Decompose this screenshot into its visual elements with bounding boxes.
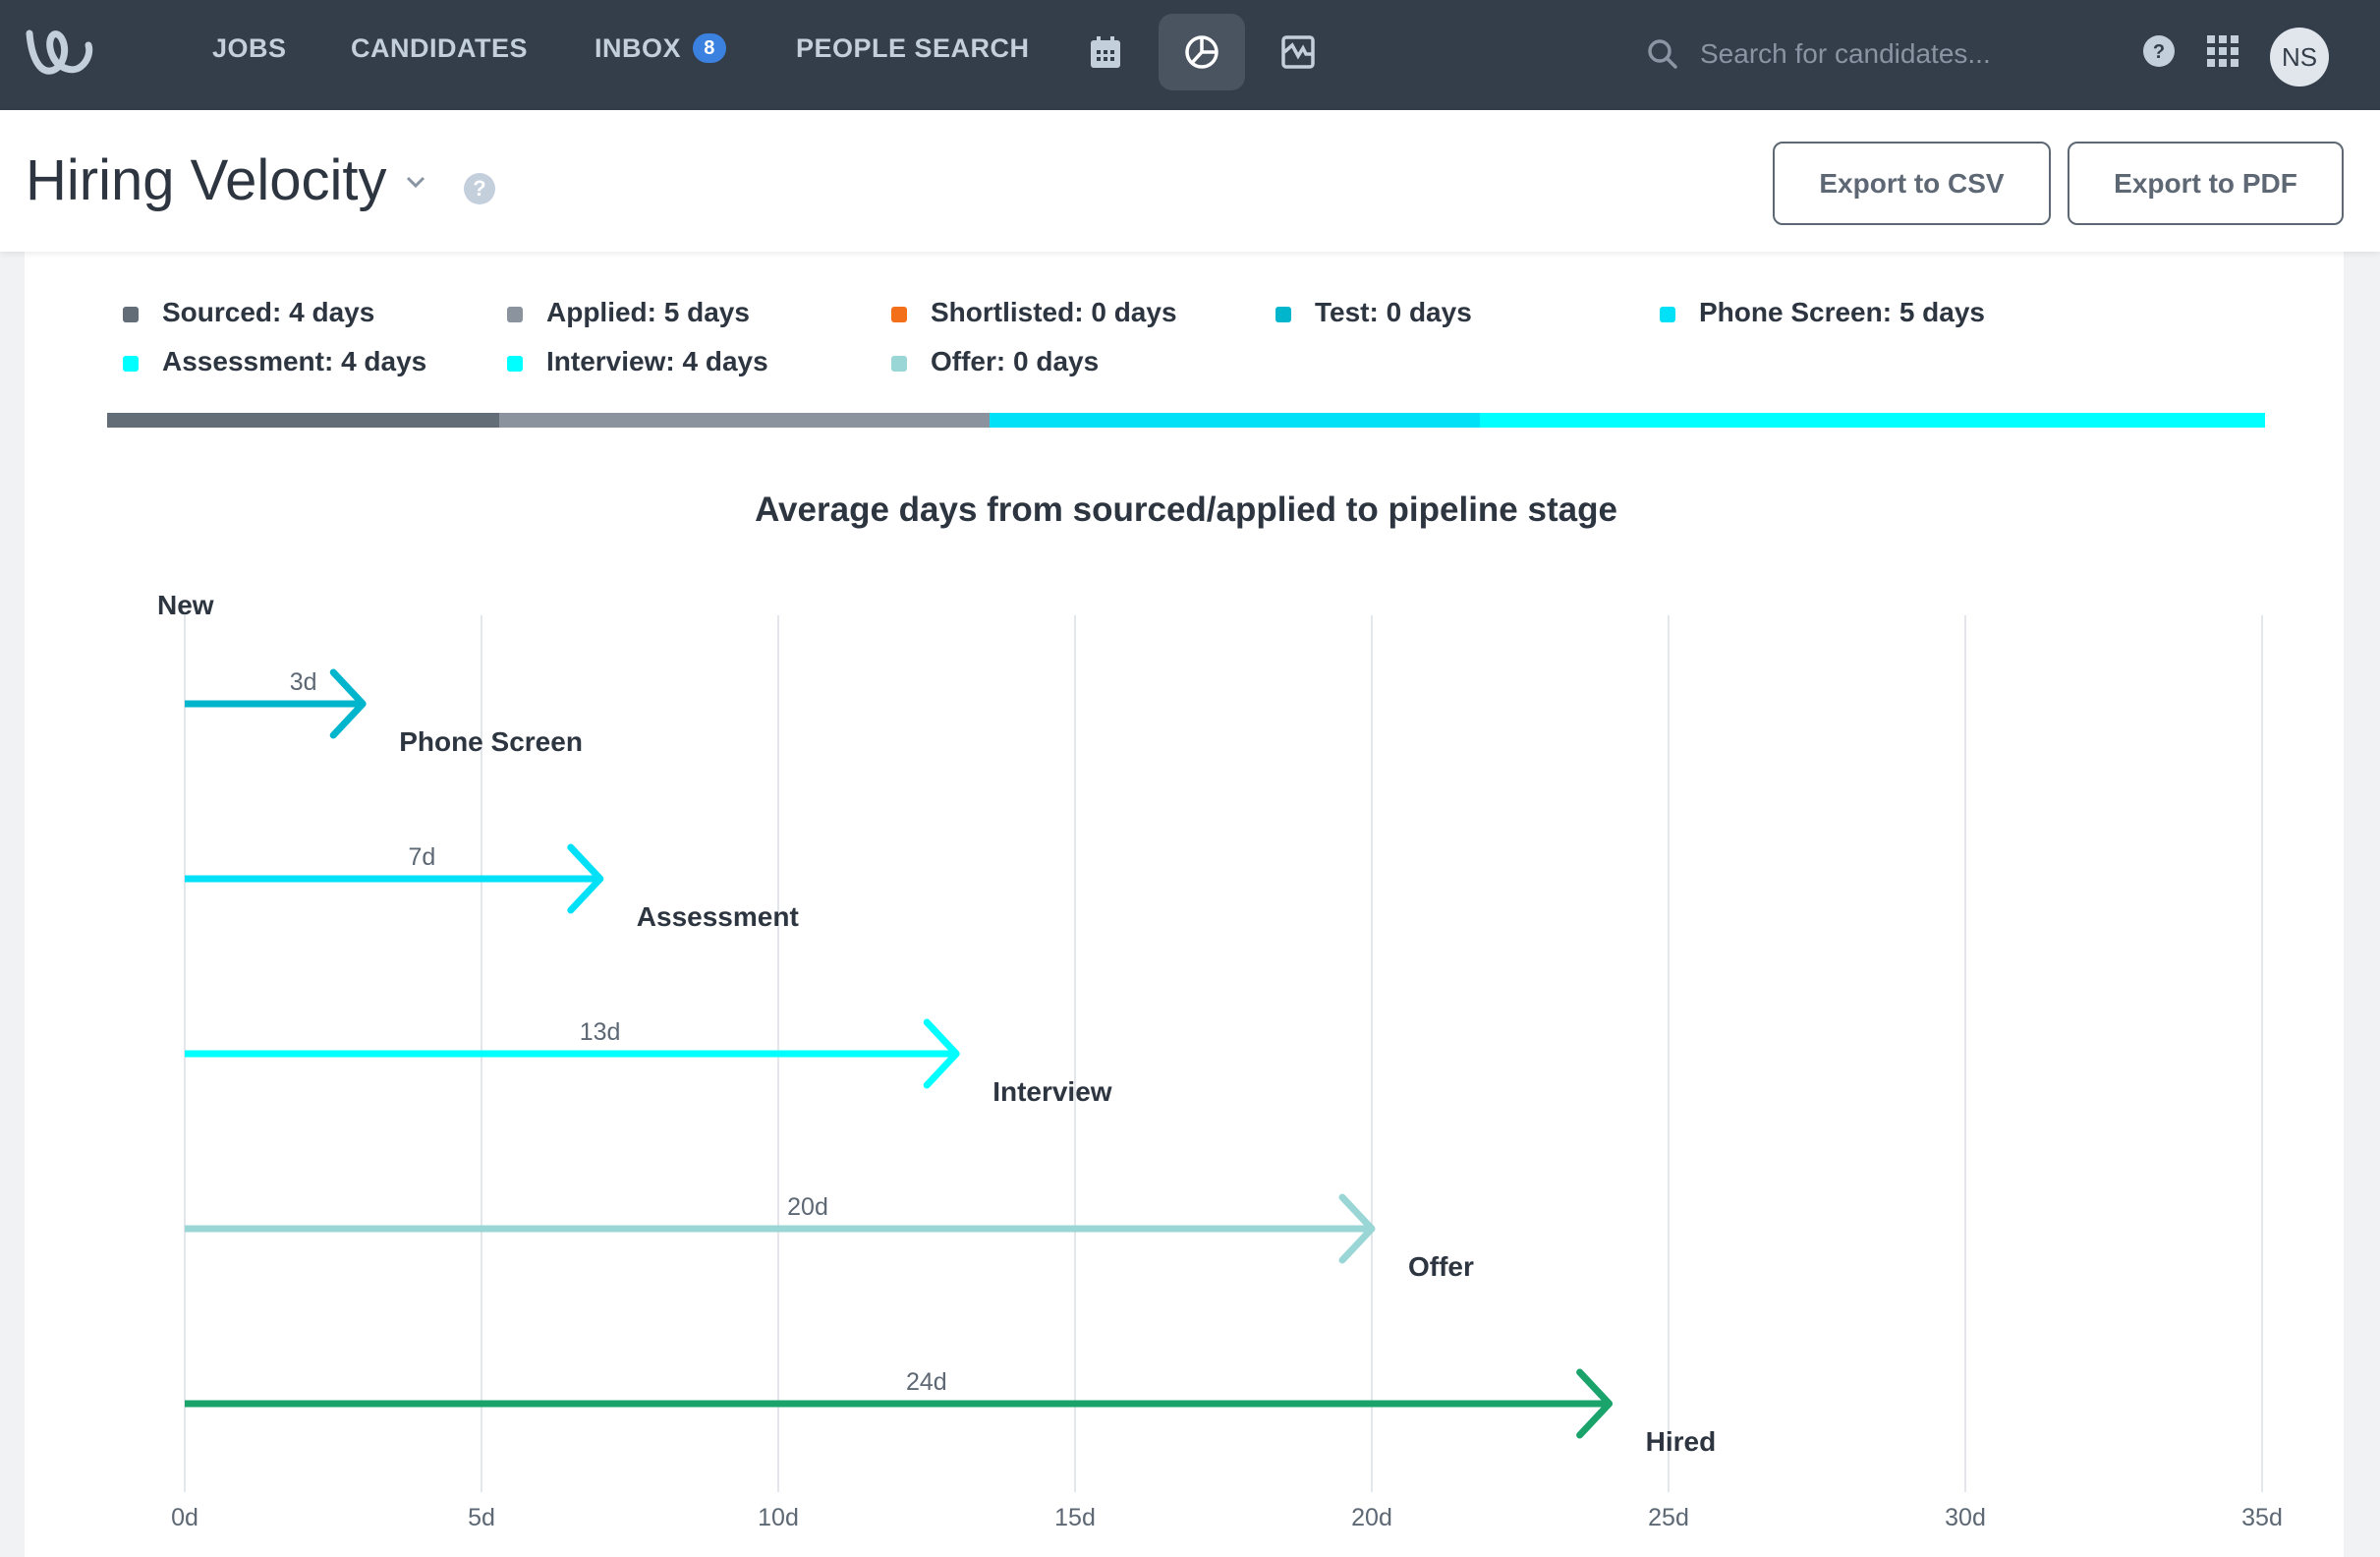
value-label: 24d [906,1368,947,1396]
x-tick-label: 35d [2241,1504,2283,1531]
nav-people-search-label: PEOPLE SEARCH [796,33,1030,63]
x-tick-label: 25d [1648,1504,1689,1531]
report-card: Sourced: 4 days Applied: 5 days Shortlis… [25,252,2344,1557]
export-pdf-button[interactable]: Export to PDF [2068,142,2344,225]
x-tick-label: 30d [1945,1504,1986,1531]
chevron-down-icon[interactable] [405,175,426,189]
value-label: 13d [580,1018,621,1046]
arrow-hired[interactable]: 24d Hired [185,1368,1716,1457]
chart-title: Average days from sourced/applied to pip… [755,490,1617,529]
inbox-count-badge: 8 [693,33,727,63]
nav-inbox[interactable]: INBOX 8 [595,33,727,64]
stage-label: Assessment [637,901,799,932]
stage-label: Hired [1646,1426,1717,1457]
svg-text:?: ? [2153,41,2165,63]
arrow-assessment[interactable]: 7d Assessment [185,843,799,932]
nav-jobs-label: JOBS [212,33,287,63]
x-tick-label: 10d [758,1504,799,1531]
report-help-icon[interactable]: ? [464,173,495,204]
stage-label: Offer [1408,1251,1474,1282]
value-label: 3d [290,668,317,696]
arrow-offer[interactable]: 20d Offer [185,1193,1474,1282]
top-nav: JOBS CANDIDATES INBOX 8 PEOPLE SEARCH Se… [0,0,2380,110]
value-label: 7d [408,843,435,871]
analytics-icon [1281,35,1315,69]
help-icon[interactable]: ? [2143,35,2175,67]
nav-inbox-label: INBOX [595,33,682,63]
page-header: Hiring Velocity ? Export to CSV Export t… [0,110,2380,252]
calendar-icon [1091,36,1120,68]
arrow-interview[interactable]: 13d Interview [185,1018,1112,1107]
nav-candidates[interactable]: CANDIDATES [351,33,528,64]
stage-label: Phone Screen [399,726,583,757]
stage-label: Interview [992,1076,1112,1107]
value-label: 20d [787,1193,828,1221]
nav-candidates-label: CANDIDATES [351,33,528,63]
logo-icon[interactable] [22,28,110,79]
user-avatar[interactable]: NS [2270,28,2329,86]
reports-button[interactable] [1159,14,1245,90]
candidate-search[interactable] [1647,29,2060,79]
nav-people-search[interactable]: PEOPLE SEARCH [796,33,1030,64]
pie-chart-icon [1185,35,1218,69]
x-tick-label: 15d [1054,1504,1096,1531]
page-title: Hiring Velocity [26,148,387,212]
calendar-button[interactable] [1062,14,1149,90]
export-csv-button[interactable]: Export to CSV [1773,142,2051,225]
avatar-initials: NS [2281,41,2318,72]
x-tick-label: 5d [468,1504,495,1531]
arrow-phone-screen[interactable]: 3d Phone Screen [185,668,583,757]
search-input[interactable] [1700,38,2054,70]
analytics-button[interactable] [1255,14,1341,90]
velocity-chart: Average days from sourced/applied to pip… [157,490,2283,1531]
x-tick-label: 0d [171,1504,198,1531]
x-tick-label: 20d [1351,1504,1392,1531]
apps-grid-icon[interactable] [2207,35,2238,67]
nav-jobs[interactable]: JOBS [212,33,287,64]
search-icon [1648,39,1677,69]
